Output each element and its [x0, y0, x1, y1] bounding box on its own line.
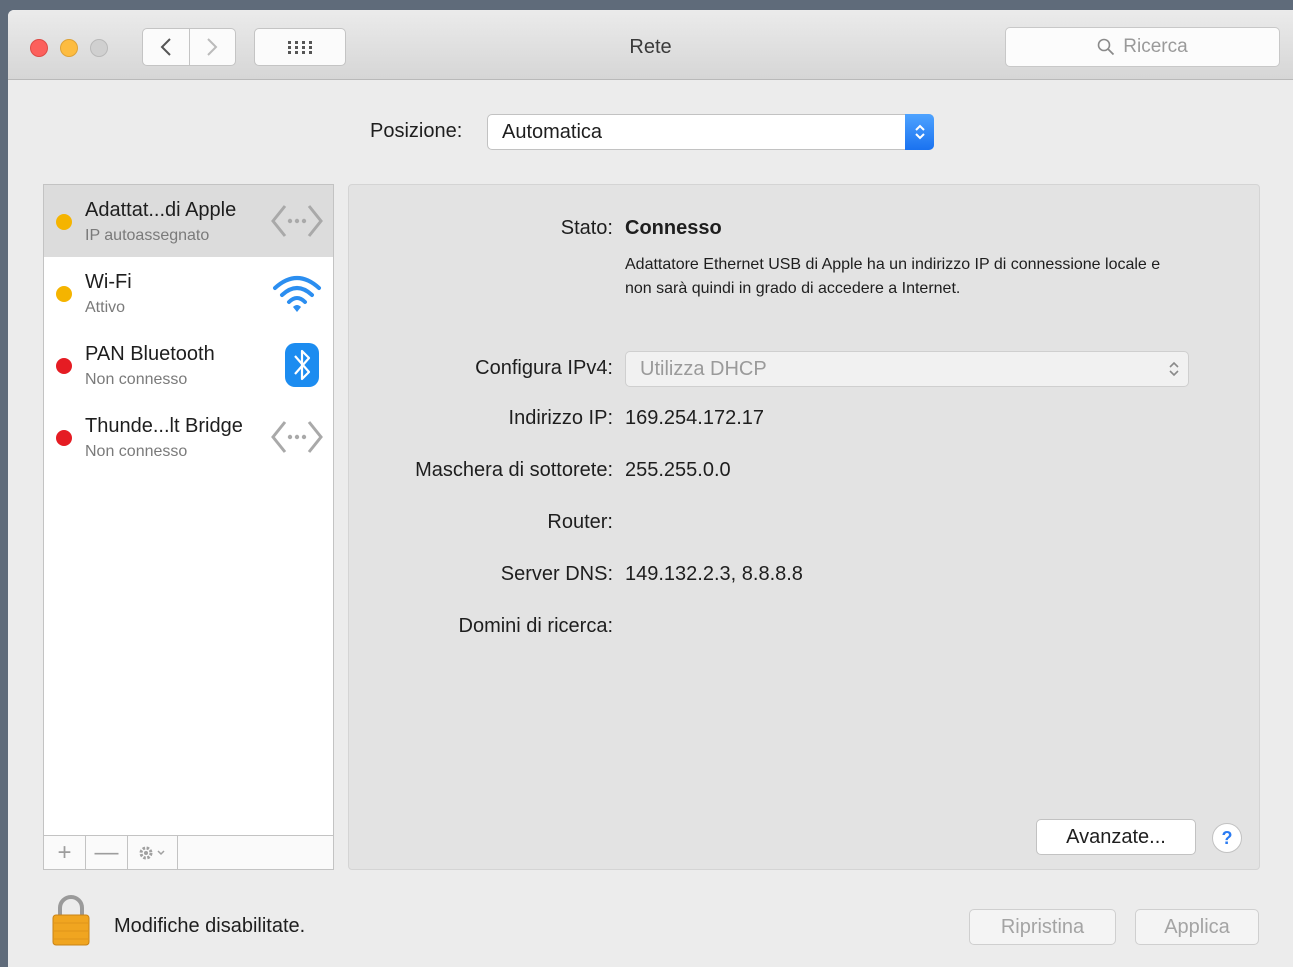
service-status: IP autoassegnato [85, 227, 210, 244]
lock-icon[interactable] [51, 893, 91, 947]
add-service-button[interactable]: + [44, 836, 86, 869]
ipv4-label: Configura IPv4: [475, 357, 613, 379]
lock-status-text: Modifiche disabilitate. [114, 915, 306, 937]
subnet-mask-label: Maschera di sottorete: [415, 459, 613, 481]
status-dot [56, 214, 72, 230]
subnet-mask-value: 255.255.0.0 [625, 459, 731, 481]
service-name: Wi-Fi [85, 271, 132, 293]
ipv4-config-popup[interactable]: Utilizza DHCP [625, 351, 1189, 387]
state-description: Adattatore Ethernet USB di Apple ha un i… [625, 256, 1161, 297]
dns-server-value: 149.132.2.3, 8.8.8.8 [625, 563, 803, 585]
status-dot [56, 286, 72, 302]
plus-icon: + [57, 838, 72, 866]
location-value: Automatica [502, 121, 603, 143]
service-name: Adattat...di Apple [85, 199, 237, 221]
status-dot [56, 358, 72, 374]
service-name: Thunde...lt Bridge [85, 415, 243, 437]
ip-address-label: Indirizzo IP: [508, 407, 613, 429]
bluetooth-icon [285, 343, 319, 387]
service-item-thunderbolt-bridge[interactable]: Thunde...lt Bridge Non connesso [44, 401, 333, 473]
ethernet-icon [271, 421, 323, 453]
service-status: Non connesso [85, 443, 188, 460]
service-item-ethernet[interactable]: Adattat...di Apple IP autoassegnato [44, 185, 333, 257]
dns-server-label: Server DNS: [500, 563, 613, 585]
search-icon [1097, 38, 1115, 56]
apply-button[interactable]: Applica [1135, 909, 1259, 945]
advanced-button[interactable]: Avanzate... [1036, 819, 1196, 855]
network-preferences-window: Rete Ricerca Posizione: Automatica Adatt… [8, 10, 1293, 967]
service-item-bluetooth[interactable]: PAN Bluetooth Non connesso [44, 329, 333, 401]
service-detail-panel: Stato: Connesso Adattatore Ethernet USB … [348, 184, 1260, 870]
ethernet-icon [271, 205, 323, 237]
popup-arrows-icon [1168, 352, 1180, 386]
service-name: PAN Bluetooth [85, 343, 215, 365]
help-button[interactable]: ? [1212, 823, 1242, 853]
search-placeholder: Ricerca [1123, 36, 1188, 57]
search-domains-label: Domini di ricerca: [458, 615, 613, 637]
search-field[interactable]: Ricerca [1005, 27, 1280, 67]
wifi-icon [273, 276, 321, 312]
service-list-toolbar: + — [44, 835, 333, 869]
service-status: Attivo [85, 299, 126, 316]
service-item-wifi[interactable]: Wi-Fi Attivo [44, 257, 333, 329]
remove-service-button[interactable]: — [86, 836, 128, 869]
router-label: Router: [547, 511, 613, 533]
action-menu-button[interactable] [128, 836, 178, 869]
popup-arrows-icon [905, 114, 934, 150]
ip-address-value: 169.254.172.17 [625, 407, 765, 429]
location-label: Posizione: [370, 120, 463, 142]
status-dot [56, 430, 72, 446]
state-value: Connesso [625, 217, 722, 239]
revert-button[interactable]: Ripristina [969, 909, 1116, 945]
location-popup[interactable]: Automatica [487, 114, 934, 150]
minus-icon: — [94, 838, 119, 866]
service-list: Adattat...di Apple IP autoassegnato Wi-F… [43, 184, 334, 870]
titlebar: Rete Ricerca [8, 10, 1293, 80]
state-label: Stato: [560, 217, 613, 239]
ipv4-config-value: Utilizza DHCP [640, 358, 767, 380]
gear-icon [139, 846, 165, 859]
service-status: Non connesso [85, 371, 188, 388]
